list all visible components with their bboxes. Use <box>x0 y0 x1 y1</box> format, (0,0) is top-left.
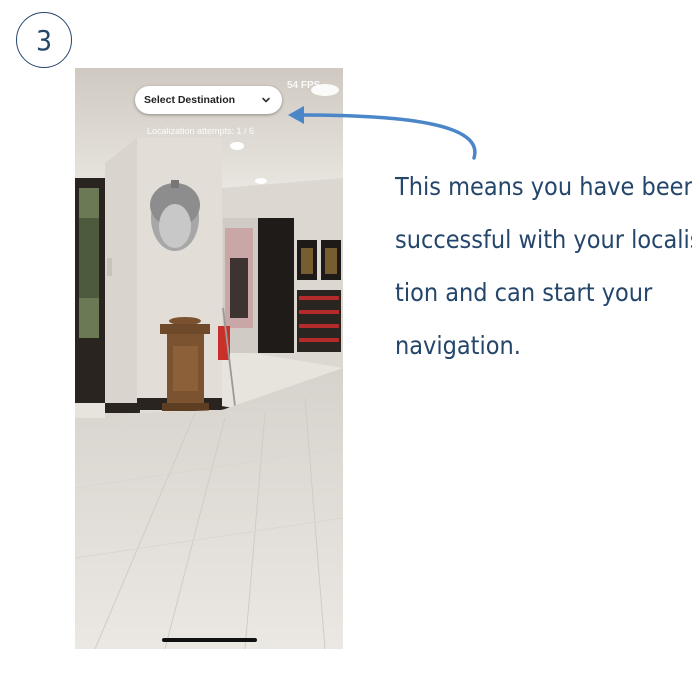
explanation-text: This means you have been successful with… <box>395 160 692 372</box>
explanation-line: successful with your localisa- <box>395 225 692 254</box>
camera-view <box>75 68 343 649</box>
explanation-line: tion and can start your <box>395 278 653 307</box>
explanation-line: This means you have been <box>395 172 692 201</box>
localization-attempts-text: Localization attempts: 1 / 6 <box>147 126 255 136</box>
step-number-badge: 3 <box>16 12 72 68</box>
select-destination-dropdown[interactable]: Select Destination <box>135 86 282 114</box>
phone-screenshot: 54 FPS Select Destination Localization a… <box>75 68 343 649</box>
home-indicator[interactable] <box>162 638 257 642</box>
fps-counter: 54 FPS <box>287 80 321 91</box>
explanation-line: navigation. <box>395 331 521 360</box>
select-destination-label: Select Destination <box>144 94 236 106</box>
step-number: 3 <box>35 23 53 57</box>
chevron-down-icon <box>262 97 270 103</box>
